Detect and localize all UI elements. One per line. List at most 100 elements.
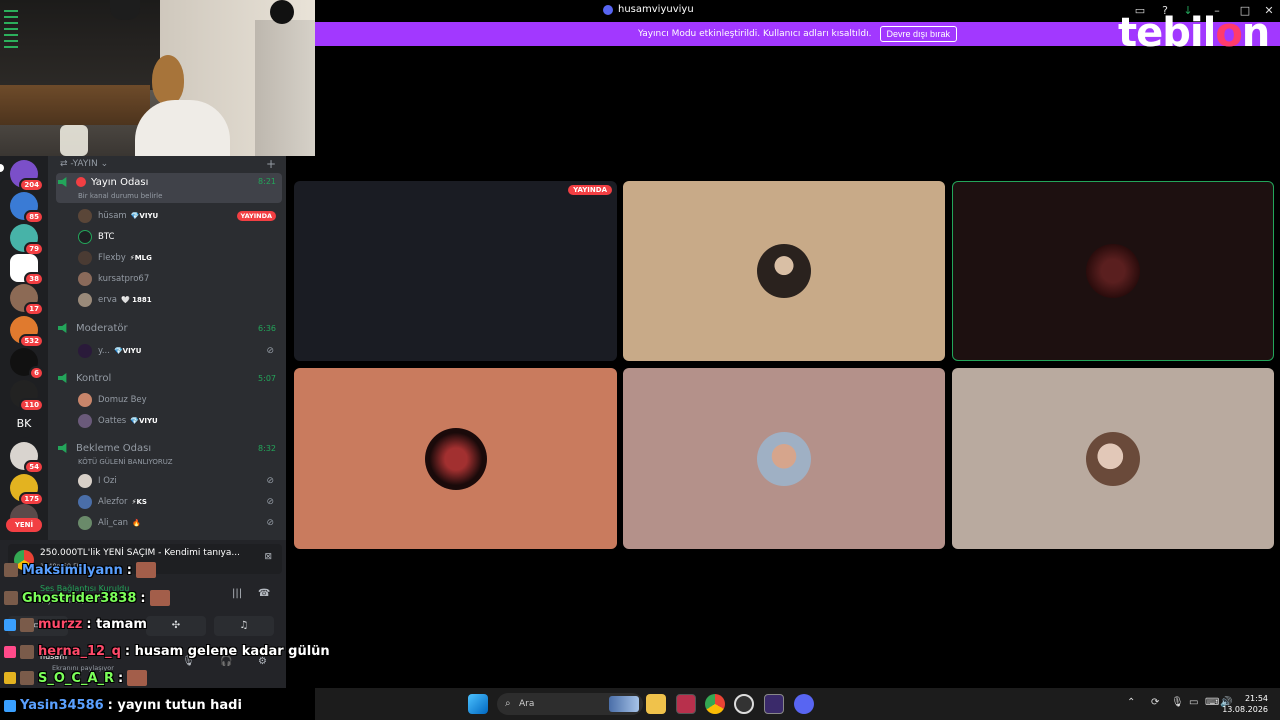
avatar <box>424 427 487 490</box>
speaker-icon <box>58 323 67 333</box>
badge-icon <box>4 618 16 631</box>
badge-icon <box>4 699 16 712</box>
avatar <box>1086 431 1140 486</box>
screen: husamviyuviyu ▭ ? ↓ – □ ✕ Yayıncı Modu e… <box>0 0 1280 720</box>
avatar <box>78 344 92 358</box>
server-4[interactable]: 38 <box>10 254 44 286</box>
soundboard-button[interactable]: ♫ <box>214 616 274 636</box>
app-icon[interactable] <box>734 694 754 714</box>
taskbar-search[interactable]: ⌕ Ara <box>497 693 643 715</box>
speaker-icon <box>58 177 67 187</box>
emote-icon <box>135 562 156 578</box>
server-icon <box>603 4 613 15</box>
avatar <box>78 209 92 223</box>
clock[interactable]: 21:54 13.08.2026 <box>1222 693 1268 715</box>
server-rail: 204 85 79 38 17 532 6 110 BK 54 175 <box>0 156 48 540</box>
emote-icon <box>149 590 170 606</box>
voice-user[interactable]: Ali_can 🔥 ⊘ <box>78 514 282 532</box>
chrome-icon[interactable] <box>705 694 725 714</box>
tray-app-icon[interactable]: ⟳ <box>1151 697 1159 708</box>
tray-chevron-icon[interactable]: ⌃ <box>1127 697 1135 708</box>
video-tile[interactable] <box>623 181 945 361</box>
network-icon[interactable]: ⌨ <box>1205 697 1219 708</box>
obs-icon[interactable] <box>676 694 696 714</box>
mic-tray-icon[interactable]: 🎙 <box>1171 697 1184 708</box>
voice-user[interactable]: erva 🤍 1881 <box>78 291 282 309</box>
voice-channel-yayin-odasi[interactable]: Yayın Odası 8:21 Bir kanal durumu belirl… <box>56 173 282 203</box>
server-6[interactable]: 532 <box>10 316 44 348</box>
search-icon: ⌕ <box>505 698 511 709</box>
voice-user[interactable]: I Ozi ⊘ <box>78 472 282 490</box>
muted-icon: ⊘ <box>266 518 274 528</box>
voice-user[interactable]: Domuz Bey <box>78 391 282 409</box>
chat-message: Maksimilyann: <box>4 562 156 578</box>
avatar <box>757 431 811 486</box>
emote-icon <box>127 670 148 686</box>
windows-start-icon[interactable] <box>468 694 488 714</box>
server-10[interactable]: 175 <box>10 474 44 506</box>
badge-icon <box>4 645 16 658</box>
webcam-overlay <box>0 0 315 156</box>
avatar <box>78 393 92 407</box>
voice-user[interactable]: BTC <box>78 228 282 246</box>
speaker-icon <box>58 373 67 383</box>
avatar <box>78 414 92 428</box>
server-8[interactable]: 110 <box>10 380 44 412</box>
muted-icon: ⊘ <box>266 346 274 356</box>
voice-user[interactable]: Alezfor ⚡KS ⊘ <box>78 493 282 511</box>
server-9[interactable]: 54 <box>10 442 44 474</box>
avatar <box>78 293 92 307</box>
stop-stream-icon[interactable]: ⊠ <box>264 552 272 562</box>
voice-user[interactable]: Oattes 💎VIYU <box>78 412 282 430</box>
banner-message: Yayıncı Modu etkinleştirildi. Kullanıcı … <box>637 29 872 39</box>
chat-message: murzz: tamam <box>4 617 147 632</box>
avatar <box>78 251 92 265</box>
voice-user[interactable]: y... 💎VIYU ⊘ <box>78 342 282 360</box>
chat-message: herna_12_q: husam gelene kadar gülün <box>4 644 330 659</box>
video-tile[interactable] <box>952 368 1274 549</box>
avatar <box>1086 244 1140 298</box>
muted-icon: ⊘ <box>266 497 274 507</box>
muted-icon: ⊘ <box>266 476 274 486</box>
tebilon-logo: tebilon <box>1118 10 1270 56</box>
chat-message: Ghostrider3838: <box>4 590 170 606</box>
avatar <box>78 495 92 509</box>
server-5[interactable]: 17 <box>10 284 44 316</box>
server-1[interactable]: 204 <box>10 160 44 192</box>
category-yayin[interactable]: ⇄ -YAYIN ⌄ <box>60 159 108 169</box>
disconnect-icon[interactable]: ☎ <box>258 588 270 599</box>
channel-list: ⇄ -YAYIN ⌄ + Yayın Odası 8:21 Bir kanal … <box>48 156 286 540</box>
voice-channel-moderator[interactable]: Moderatör 6:36 <box>56 319 282 337</box>
voice-user[interactable]: hüsam 💎VIYU YAYINDA <box>78 207 282 225</box>
add-channel-icon[interactable]: + <box>266 157 276 171</box>
speaker-icon <box>58 443 67 453</box>
badge-icon <box>4 672 16 684</box>
video-tile-speaking[interactable] <box>952 181 1274 361</box>
server-7[interactable]: 6 <box>10 348 44 380</box>
disable-streamer-mode-button[interactable]: Devre dışı bırak <box>879 26 958 42</box>
activity-button[interactable]: ✣ <box>146 616 206 636</box>
voice-channel-kontrol[interactable]: Kontrol 5:07 <box>56 369 282 387</box>
server-2[interactable]: 85 <box>10 192 44 224</box>
avatar <box>78 272 92 286</box>
avatar <box>757 244 811 298</box>
noise-icon[interactable]: ||| <box>232 588 242 599</box>
app-icon[interactable] <box>764 694 784 714</box>
voice-user[interactable]: kursatpro67 <box>78 270 282 288</box>
video-tile[interactable] <box>294 368 617 549</box>
file-explorer-icon[interactable] <box>646 694 666 714</box>
voice-user[interactable]: Flexby ⚡MLG <box>78 249 282 267</box>
chat-message: Yasin34586: yayını tutun hadi <box>4 698 242 713</box>
server-bk[interactable]: BK <box>10 410 38 438</box>
discord-icon[interactable] <box>794 694 814 714</box>
avatar <box>78 474 92 488</box>
voice-channel-bekleme-odasi[interactable]: Bekleme Odası 8:32 <box>56 439 282 457</box>
live-badge: YAYINDA <box>568 185 612 195</box>
video-tile-stream[interactable]: YAYINDA <box>294 181 617 361</box>
window-title: husamviyuviyu <box>603 4 694 15</box>
new-badge[interactable]: YENİ <box>6 518 42 532</box>
server-3[interactable]: 79 <box>10 224 44 256</box>
video-tile[interactable] <box>623 368 945 549</box>
monitor-tray-icon[interactable]: ▭ <box>1189 697 1198 708</box>
taskbar: ⌕ Ara ⌃ ⟳ 🎙 ▭ ⌨ 🔊 21:54 13.08.2026 <box>315 688 1280 720</box>
